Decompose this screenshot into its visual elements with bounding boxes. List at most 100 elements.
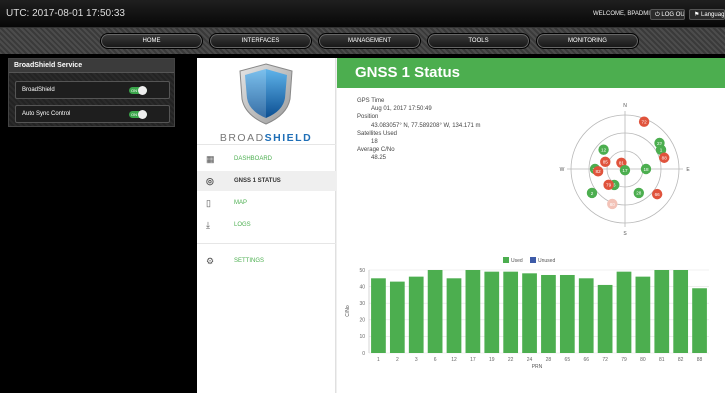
avg-cno-value: 48.25 <box>371 155 387 162</box>
nav-tools[interactable]: TOOLS <box>427 33 530 49</box>
x-tick-label: 65 <box>565 357 571 363</box>
x-tick-label: 79 <box>621 357 627 363</box>
service-panel: BroadShield Service BroadShield ON Auto … <box>8 58 175 127</box>
satellite-prn: 79 <box>606 183 612 188</box>
avg-cno-label: Average C/No <box>357 147 395 154</box>
menu-label: MAP <box>234 200 248 206</box>
toggle-state-text: ON <box>131 112 137 117</box>
x-tick-label: 88 <box>697 357 703 363</box>
bar-prn-82 <box>673 270 689 353</box>
broadshield-label: BroadShield <box>22 87 55 93</box>
bar-prn-22 <box>503 271 519 353</box>
nav-interfaces[interactable]: INTERFACES <box>209 33 312 49</box>
broadshield-logo: BROADSHIELD <box>220 63 311 144</box>
y-axis-label: C/No <box>345 305 351 317</box>
compass-n: N <box>623 103 627 109</box>
x-tick-label: 82 <box>678 357 684 363</box>
bar-prn-81 <box>654 270 670 353</box>
y-tick-label: 0 <box>362 351 365 357</box>
x-tick-label: 12 <box>451 357 457 363</box>
bar-prn-3 <box>408 276 424 353</box>
x-tick-label: 1 <box>377 357 380 363</box>
legend-swatch-used <box>503 257 509 263</box>
welcome-text: WELCOME, BPADMIN <box>593 11 655 17</box>
language-button[interactable]: ⚑ Language <box>689 9 725 20</box>
menu-settings[interactable]: ⚙ SETTINGS <box>197 251 336 271</box>
bar-prn-88 <box>692 288 707 353</box>
menu-label: SETTINGS <box>234 258 265 264</box>
logout-button[interactable]: ⏻ LOG OUT <box>650 9 685 20</box>
auto-sync-label: Auto Sync Control <box>22 111 71 117</box>
download-icon: ⤓ <box>206 220 210 230</box>
x-tick-label: 28 <box>546 357 552 363</box>
menu-map[interactable]: ▯ MAP <box>197 193 336 213</box>
satellite-prn: 28 <box>636 191 642 196</box>
dashboard-icon: ▦ <box>206 154 215 164</box>
broadshield-toggle[interactable]: ON <box>129 86 147 95</box>
bar-prn-80 <box>635 276 651 353</box>
sky-plot: N E S W 7212221882485818217186796628280 <box>560 103 691 237</box>
bar-prn-2 <box>389 281 405 353</box>
menu-dashboard[interactable]: ▦ DASHBOARD <box>197 149 336 169</box>
x-tick-label: 19 <box>489 357 495 363</box>
nav-monitoring[interactable]: MONITORING <box>536 33 639 49</box>
cno-bar-chart: Used Unused C/No PRN 01020304050 1 2 3 6 12 1… <box>345 257 709 370</box>
bar-prn-72 <box>597 284 613 353</box>
menu-logs[interactable]: ⤓ LOGS <box>197 215 336 235</box>
gnss-info: GPS Time Aug 01, 2017 17:50:49 Position … <box>357 97 481 163</box>
y-tick-label: 50 <box>359 268 365 274</box>
auto-sync-toggle[interactable]: ON <box>129 110 147 119</box>
y-tick-label: 20 <box>359 318 365 324</box>
x-tick-label: 3 <box>415 357 418 363</box>
toggle-state-text: ON <box>131 88 137 93</box>
bar-prn-28 <box>541 274 556 353</box>
menu-gnss-status[interactable]: ◎ GNSS 1 STATUS <box>197 171 336 191</box>
x-tick-label: 72 <box>602 357 608 363</box>
toggle-knob <box>138 86 147 95</box>
x-tick-label: 22 <box>508 357 514 363</box>
toggle-knob <box>138 110 147 119</box>
auto-sync-row: Auto Sync Control ON <box>15 105 170 123</box>
target-icon: ◎ <box>206 176 214 186</box>
y-tick-label: 40 <box>359 284 365 290</box>
gear-icon: ⚙ <box>206 256 215 266</box>
x-tick-label: 17 <box>470 357 476 363</box>
legend-label-unused: Unused <box>538 258 555 264</box>
chart-legend: Used Unused <box>503 257 555 264</box>
menu-label: DASHBOARD <box>234 156 273 162</box>
bar-prn-12 <box>446 278 462 353</box>
satellite-prn: 12 <box>601 148 607 153</box>
service-panel-title: BroadShield Service <box>9 59 174 73</box>
main-nav: HOME INTERFACES MANAGEMENT TOOLS MONITOR… <box>0 28 725 54</box>
x-tick-label: 80 <box>640 357 646 363</box>
broadshield-row: BroadShield ON <box>15 81 170 99</box>
top-bar: UTC: 2017-08-01 17:50:33 WELCOME, BPADMI… <box>0 0 725 28</box>
gps-time-label: GPS Time <box>357 98 385 104</box>
satellite-prn: 2 <box>591 191 594 196</box>
compass-w: W <box>560 167 565 173</box>
nav-management[interactable]: MANAGEMENT <box>318 33 421 49</box>
nav-home[interactable]: HOME <box>100 33 203 49</box>
utc-clock: UTC: 2017-08-01 17:50:33 <box>6 8 125 19</box>
legend-label-used: Used <box>511 258 523 264</box>
sats-used-value: 18 <box>371 139 378 146</box>
legend-swatch-unused <box>530 257 536 263</box>
position-value: 43.083057° N, 77.589208° W, 134.171 m <box>371 122 481 129</box>
bar-prn-65 <box>559 274 575 353</box>
page-title: GNSS 1 Status <box>337 58 725 88</box>
satellite-prn: 82 <box>596 169 602 174</box>
satellite-prn: 18 <box>643 167 649 172</box>
y-tick-label: 30 <box>359 301 365 307</box>
satellite-prn: 1 <box>660 148 663 153</box>
satellite-prn: 66 <box>655 192 661 197</box>
sats-used-label: Satellites Used <box>357 130 398 137</box>
gps-time-value: Aug 01, 2017 17:50:49 <box>371 106 432 113</box>
x-tick-label: 2 <box>396 357 399 363</box>
y-tick-label: 10 <box>359 334 365 340</box>
satellite-prn: 88 <box>662 156 668 161</box>
side-menu: BROADSHIELD ▦ DASHBOARD ◎ GNSS 1 STATUS ▯ M… <box>197 58 336 393</box>
bar-prn-66 <box>578 278 594 353</box>
x-tick-label: 81 <box>659 357 665 363</box>
menu-label: GNSS 1 STATUS <box>234 178 281 184</box>
bar-prn-6 <box>427 270 443 353</box>
